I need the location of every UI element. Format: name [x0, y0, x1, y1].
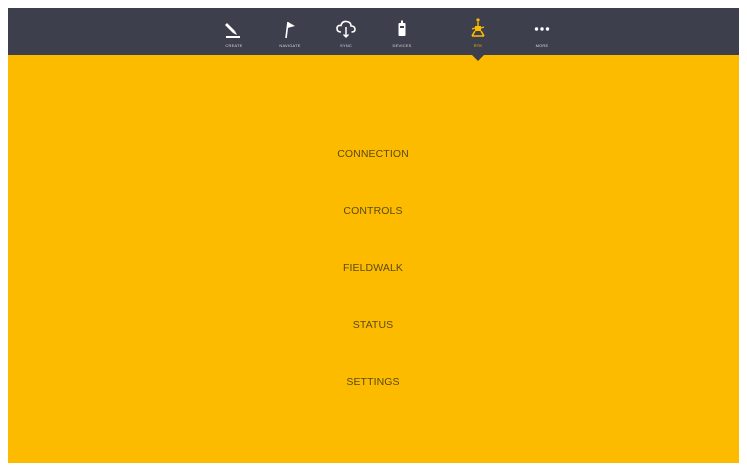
app-window: Create Navigate Sync Devices [8, 8, 739, 463]
main-menu: CONNECTION CONTROLS FIELDWALK STATUS SET… [8, 55, 739, 463]
nav-navigate-button[interactable]: Navigate [265, 8, 315, 55]
nav-create-label: Create [225, 43, 243, 48]
menu-item-connection[interactable]: CONNECTION [273, 141, 473, 167]
nav-sync-label: Sync [340, 43, 352, 48]
menu-item-status[interactable]: STATUS [273, 312, 473, 338]
nav-navigate-label: Navigate [279, 43, 301, 48]
menu-item-fieldwalk[interactable]: FIELDWALK [273, 255, 473, 281]
nav-more-label: More [535, 43, 549, 48]
nav-devices-label: Devices [392, 43, 412, 48]
top-nav-bar: Create Navigate Sync Devices [8, 8, 739, 55]
nav-more-button[interactable]: More [517, 8, 567, 55]
device-icon [398, 20, 406, 36]
menu-item-controls[interactable]: CONTROLS [273, 198, 473, 224]
nav-devices-button[interactable]: Devices [377, 8, 427, 55]
menu-item-settings[interactable]: SETTINGS [273, 369, 473, 395]
nav-sync-button[interactable]: Sync [321, 8, 371, 55]
robot-icon [471, 18, 485, 37]
nav-create-button[interactable]: Create [209, 8, 259, 55]
nav-rtk-button[interactable]: Rtk [453, 8, 503, 55]
dots-icon [534, 27, 550, 31]
cloud-sync-icon [336, 20, 356, 39]
flag-icon [285, 21, 295, 39]
nav-rtk-label: Rtk [473, 43, 483, 48]
pencil-icon [225, 23, 240, 38]
